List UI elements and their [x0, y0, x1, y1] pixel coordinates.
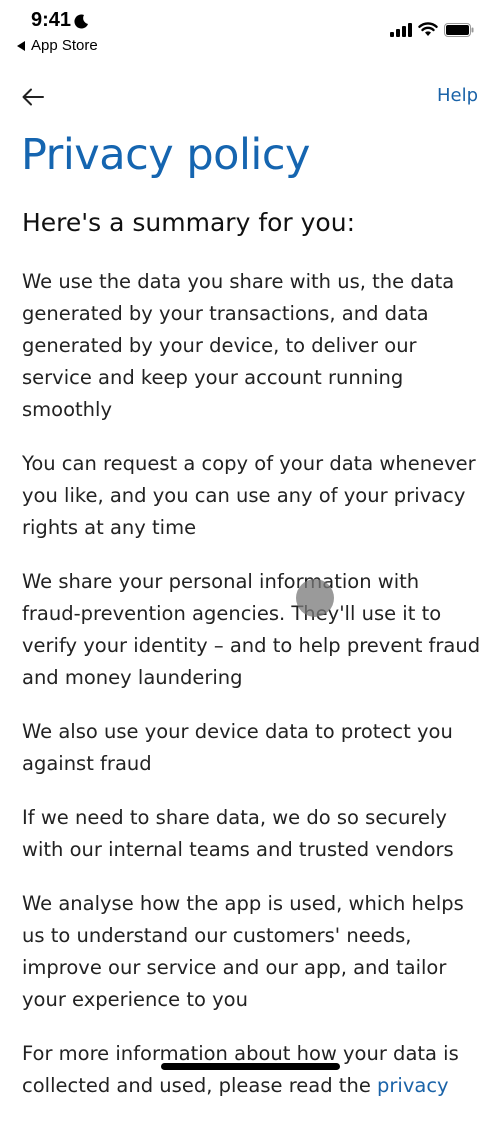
status-time: 9:41	[31, 9, 90, 32]
more-info-paragraph: For more information about how your data…	[22, 1038, 482, 1102]
summary-heading: Here's a summary for you:	[22, 208, 355, 237]
summary-paragraph: We also use your device data to protect …	[22, 720, 453, 775]
summary-paragraph: If we need to share data, we do so secur…	[22, 806, 454, 861]
time-text: 9:41	[31, 9, 72, 31]
summary-paragraph: You can request a copy of your data when…	[22, 452, 476, 539]
back-to-app-label: App Store	[31, 37, 98, 54]
moon-icon	[74, 14, 89, 29]
privacy-notice-link[interactable]: privacy	[377, 1074, 449, 1097]
nav-bar: Help	[0, 80, 500, 114]
summary-paragraph: We analyse how the app is used, which he…	[22, 892, 464, 1011]
signal-icon	[390, 22, 412, 37]
back-triangle-icon	[17, 40, 25, 51]
page-title: Privacy policy	[21, 130, 310, 180]
home-indicator[interactable]	[161, 1063, 340, 1070]
summary-paragraph: We share your personal information with …	[22, 570, 481, 689]
battery-icon	[444, 22, 474, 37]
summary-content: We use the data you share with us, the d…	[22, 266, 482, 1124]
back-to-app-store[interactable]: App Store	[17, 37, 98, 54]
status-icons	[390, 22, 474, 37]
touch-indicator	[296, 579, 334, 617]
status-bar: 9:41 App Store	[0, 0, 500, 60]
help-link[interactable]: Help	[437, 85, 478, 106]
summary-paragraph: We use the data you share with us, the d…	[22, 270, 455, 421]
wifi-icon	[418, 22, 438, 36]
back-arrow-icon[interactable]	[20, 84, 46, 110]
